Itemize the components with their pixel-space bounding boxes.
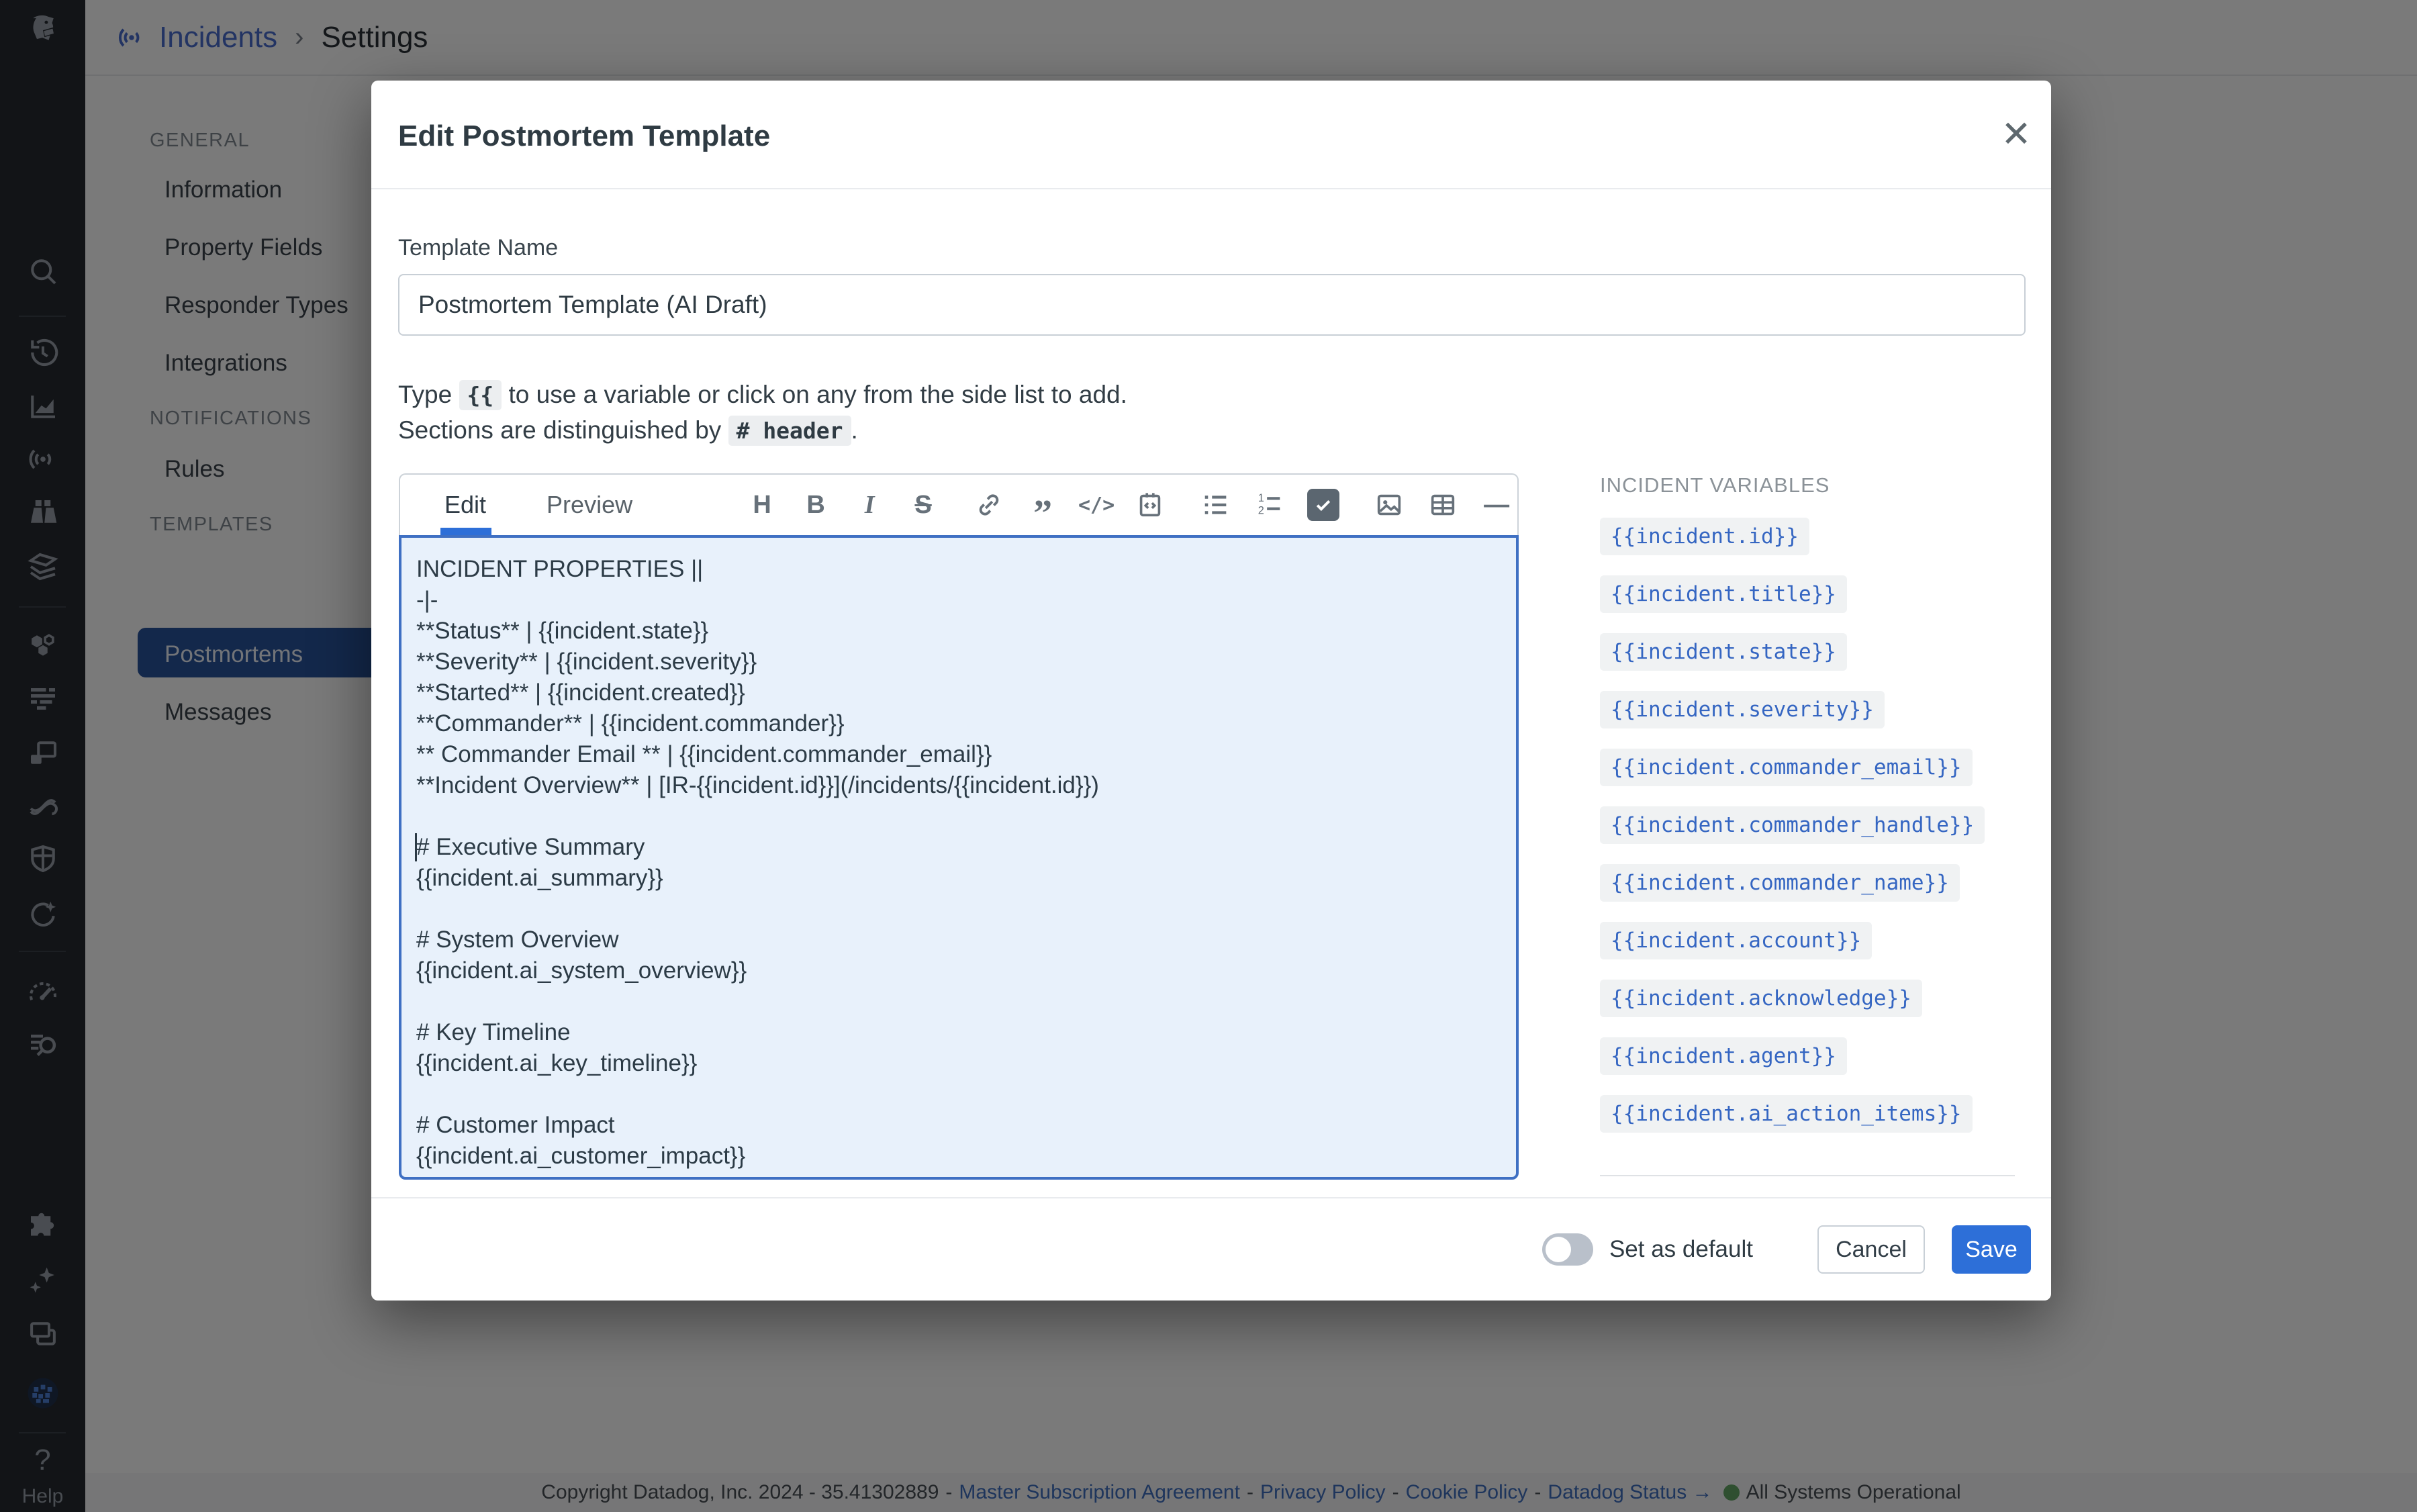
editor-line: **Status** | {{incident.state}} <box>416 618 709 644</box>
edit-postmortem-template-modal: Edit Postmortem Template ✕ Template Name… <box>371 81 2051 1301</box>
variables-panel-divider <box>1600 1175 2015 1176</box>
variable-chip-incident-state[interactable]: {{incident.state}} <box>1600 633 1847 671</box>
blockquote-icon[interactable]: ” <box>1021 483 1065 532</box>
hint-code-header: # header <box>728 416 851 446</box>
editor-line: INCIDENT PROPERTIES || <box>416 556 704 582</box>
inline-code-icon[interactable]: </> <box>1074 483 1119 527</box>
editor-line: **Started** | {{incident.created}} <box>416 679 745 706</box>
variable-chip-incident-id[interactable]: {{incident.id}} <box>1600 518 1809 555</box>
editor-toolbar: Edit Preview H B I S ” </> 1 2 — <box>399 473 1519 536</box>
svg-text:1: 1 <box>1258 492 1264 504</box>
hint-line-2: Sections are distinguished by # header. <box>398 413 1127 448</box>
hint-line-1: Type {{ to use a variable or click on an… <box>398 377 1127 413</box>
modal-title: Edit Postmortem Template <box>398 120 771 152</box>
code-block-icon[interactable] <box>1128 483 1172 527</box>
editor-line: -|- <box>416 587 438 613</box>
variable-chip-ai-action-items[interactable]: {{incident.ai_action_items}} <box>1600 1095 1973 1133</box>
editor-line: # System Overview <box>416 927 619 953</box>
save-button[interactable]: Save <box>1952 1225 2031 1274</box>
variable-chip-incident-severity[interactable]: {{incident.severity}} <box>1600 691 1885 728</box>
hint-code-braces: {{ <box>459 380 502 410</box>
editor-line: {{incident.ai_customer_impact}} <box>416 1143 746 1169</box>
tab-edit[interactable]: Edit <box>440 474 492 536</box>
table-icon[interactable] <box>1421 483 1465 527</box>
close-icon[interactable]: ✕ <box>1995 113 2038 156</box>
bulleted-list-icon[interactable] <box>1194 483 1238 527</box>
editor-line: # Executive Summary <box>416 834 645 860</box>
editor-line: {{incident.ai_system_overview}} <box>416 957 747 984</box>
editor-line: {{incident.ai_key_timeline}} <box>416 1050 698 1076</box>
editor-textarea[interactable]: INCIDENT PROPERTIES || -|- **Status** | … <box>399 535 1519 1180</box>
editor-line: # Key Timeline <box>416 1019 571 1045</box>
svg-text:2: 2 <box>1258 504 1264 516</box>
variable-chip-commander-name[interactable]: {{incident.commander_name}} <box>1600 864 1960 902</box>
toggle-knob <box>1545 1237 1571 1262</box>
editor-line: {{incident.ai_summary}} <box>416 865 663 891</box>
hint-text: . <box>851 416 858 444</box>
markdown-editor: Edit Preview H B I S ” </> 1 2 — INCIDEN… <box>399 473 1519 1180</box>
set-as-default-toggle[interactable] <box>1542 1233 1593 1266</box>
variable-chip-account[interactable]: {{incident.account}} <box>1600 922 1873 959</box>
hint-text: Sections are distinguished by <box>398 416 728 444</box>
link-icon[interactable] <box>967 483 1011 527</box>
set-as-default-label: Set as default <box>1609 1236 1753 1262</box>
image-icon[interactable] <box>1367 483 1411 527</box>
tab-preview[interactable]: Preview <box>547 474 632 536</box>
strikethrough-button[interactable]: S <box>901 483 945 527</box>
modal-header-divider <box>371 188 2051 189</box>
variable-chip-commander-handle[interactable]: {{incident.commander_handle}} <box>1600 806 1985 844</box>
variable-chip-commander-email[interactable]: {{incident.commander_email}} <box>1600 749 1973 786</box>
editor-line: **Severity** | {{incident.severity}} <box>416 649 757 675</box>
variable-chip-agent[interactable]: {{incident.agent}} <box>1600 1037 1847 1075</box>
editor-line: ** Commander Email ** | {{incident.comma… <box>416 741 992 767</box>
editor-line: **Incident Overview** | [IR-{{incident.i… <box>416 772 1099 798</box>
cancel-button[interactable]: Cancel <box>1817 1225 1925 1274</box>
variable-chip-incident-title[interactable]: {{incident.title}} <box>1600 575 1847 613</box>
hint-text: to use a variable or click on any from t… <box>502 381 1127 408</box>
variables-panel-title: INCIDENT VARIABLES <box>1600 473 1830 497</box>
text-cursor <box>415 833 417 861</box>
editor-line: # Customer Impact <box>416 1112 615 1138</box>
variable-chip-acknowledge[interactable]: {{incident.acknowledge}} <box>1600 980 1922 1017</box>
italic-button[interactable]: I <box>847 483 892 527</box>
horizontal-rule-icon[interactable]: — <box>1474 483 1519 527</box>
editor-line: **Commander** | {{incident.commander}} <box>416 710 845 737</box>
numbered-list-icon[interactable]: 12 <box>1247 483 1292 527</box>
bold-button[interactable]: B <box>794 483 838 527</box>
incident-variables-panel: INCIDENT VARIABLES {{incident.id}} {{inc… <box>1600 473 2022 1133</box>
task-list-icon[interactable] <box>1301 483 1345 527</box>
heading-button[interactable]: H <box>740 483 784 527</box>
modal-footer: Set as default Cancel Save <box>371 1198 2051 1301</box>
hint-text: Type <box>398 381 459 408</box>
template-name-label: Template Name <box>398 235 559 261</box>
editor-hint: Type {{ to use a variable or click on an… <box>398 377 1127 448</box>
template-name-input[interactable] <box>398 274 2026 336</box>
